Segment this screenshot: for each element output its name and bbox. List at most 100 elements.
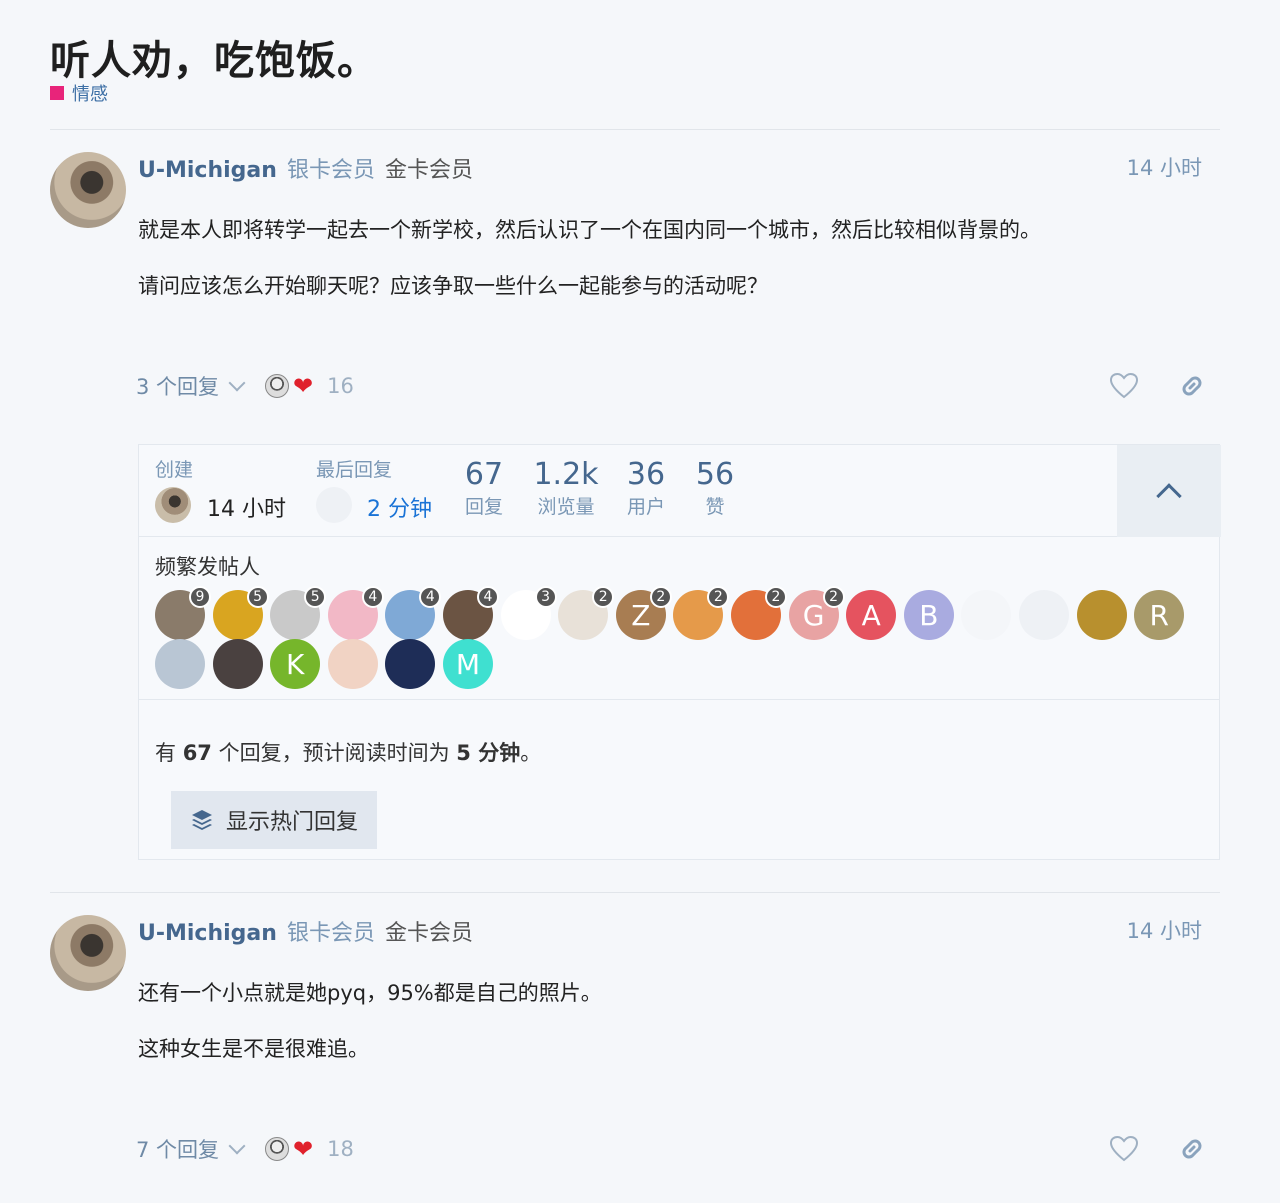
post-actions bbox=[1110, 1135, 1206, 1163]
face-emoji-icon bbox=[265, 374, 290, 398]
post-count-badge: 4 bbox=[419, 586, 442, 608]
summary-read-time: 5 分钟 bbox=[456, 741, 521, 765]
creator-avatar[interactable] bbox=[155, 487, 191, 523]
post-actions bbox=[1110, 372, 1206, 400]
poster-avatar[interactable]: 3 bbox=[500, 586, 557, 640]
created-label: 创建 bbox=[155, 459, 194, 481]
stat-label: 赞 bbox=[705, 496, 725, 518]
face-emoji-icon bbox=[265, 1137, 290, 1161]
stat-label: 浏览量 bbox=[537, 496, 595, 518]
chevron-down-icon bbox=[228, 1137, 246, 1155]
collapse-topic-map-button[interactable] bbox=[1117, 445, 1221, 537]
topic-map: 创建 14 小时 最后回复 2 分钟 67 回复 1.2k 浏览量 36 用户 … bbox=[138, 444, 1221, 860]
username[interactable]: U-Michigan bbox=[138, 921, 277, 946]
stat-views: 1.2k 浏览量 bbox=[529, 457, 603, 519]
created-time: 14 小时 bbox=[207, 497, 286, 522]
last-reply-avatar[interactable] bbox=[316, 487, 352, 523]
poster-avatar[interactable] bbox=[1019, 590, 1069, 640]
poster-avatar[interactable]: B bbox=[903, 590, 954, 640]
post-time[interactable]: 14 小时 bbox=[1127, 915, 1202, 945]
like-heart-icon[interactable] bbox=[1110, 1136, 1138, 1162]
divider bbox=[50, 892, 1220, 893]
poster-avatar[interactable]: 4 bbox=[385, 586, 442, 640]
poster-initial: B bbox=[919, 598, 939, 632]
category-label: 情感 bbox=[72, 84, 108, 105]
post-count-badge: 2 bbox=[649, 586, 672, 608]
reading-time-summary: 有 67 个回复，预计阅读时间为 5 分钟。 bbox=[155, 737, 541, 767]
summary-reply-count: 67 bbox=[182, 741, 212, 765]
poster-avatar[interactable] bbox=[212, 639, 263, 689]
avatar[interactable] bbox=[50, 915, 126, 991]
poster-avatar[interactable] bbox=[961, 590, 1012, 640]
poster-avatar[interactable]: M bbox=[443, 639, 493, 689]
user-title: 银卡会员 bbox=[286, 921, 375, 946]
post-count-badge: 5 bbox=[246, 586, 269, 608]
replies-toggle-button[interactable]: 3 个回复 bbox=[136, 371, 246, 401]
replies-label: 7 个回复 bbox=[136, 1138, 220, 1162]
post-time[interactable]: 14 小时 bbox=[1127, 152, 1202, 182]
user-flair: 金卡会员 bbox=[384, 158, 473, 183]
stat-replies: 67 回复 bbox=[457, 457, 511, 519]
poster-avatar[interactable]: 2 bbox=[558, 586, 615, 640]
post-count-badge: 4 bbox=[361, 586, 384, 608]
post-author: U-Michigan 银卡会员 金卡会员 bbox=[138, 152, 473, 184]
stat-likes: 56 赞 bbox=[690, 457, 740, 519]
category-link[interactable]: 情感 bbox=[50, 80, 108, 106]
post-paragraph: 就是本人即将转学一起去一个新学校，然后认识了一个在国内同一个城市，然后比较相似背… bbox=[138, 218, 1041, 242]
replies-label: 3 个回复 bbox=[136, 375, 220, 399]
post: U-Michigan 银卡会员 金卡会员 14 小时 就是本人即将转学一起去一个… bbox=[50, 152, 1220, 412]
post: U-Michigan 银卡会员 金卡会员 14 小时 还有一个小点就是她pyq，… bbox=[50, 915, 1220, 1175]
reactions[interactable]: ❤ 16 bbox=[265, 374, 354, 398]
heart-emoji-icon: ❤ bbox=[293, 1135, 314, 1163]
poster-avatar[interactable] bbox=[1076, 590, 1127, 640]
stat-users: 36 用户 bbox=[621, 457, 671, 519]
summary-text: 。 bbox=[520, 741, 542, 765]
poster-initial: A bbox=[861, 598, 881, 632]
link-icon[interactable] bbox=[1178, 1135, 1206, 1163]
summary-text: 有 bbox=[155, 741, 183, 765]
poster-avatar[interactable]: 4 bbox=[327, 586, 384, 640]
like-heart-icon[interactable] bbox=[1110, 373, 1138, 399]
poster-avatar[interactable]: 4 bbox=[443, 586, 499, 640]
poster-avatar[interactable]: A bbox=[846, 590, 897, 640]
post-count-badge: 2 bbox=[707, 586, 730, 608]
poster-avatar[interactable]: 2 bbox=[673, 586, 730, 640]
poster-avatar[interactable]: Z2 bbox=[615, 586, 672, 640]
stat-number: 36 bbox=[626, 457, 666, 492]
user-title: 银卡会员 bbox=[286, 158, 375, 183]
poster-avatar[interactable] bbox=[327, 639, 378, 689]
post-author: U-Michigan 银卡会员 金卡会员 bbox=[138, 915, 473, 947]
reaction-count: 16 bbox=[327, 374, 354, 398]
poster-avatar[interactable]: K bbox=[270, 639, 321, 689]
poster-avatar[interactable]: R bbox=[1134, 590, 1185, 640]
poster-avatar[interactable]: 2 bbox=[731, 586, 787, 640]
stat-label: 用户 bbox=[626, 496, 665, 518]
post-controls: 3 个回复 ❤ 16 bbox=[136, 366, 1206, 406]
post-count-badge: 4 bbox=[477, 586, 499, 608]
poster-avatar[interactable]: 9 bbox=[155, 586, 211, 640]
post-paragraph: 这种女生是不是很难追。 bbox=[138, 1037, 369, 1061]
topic-map-header: 创建 14 小时 最后回复 2 分钟 67 回复 1.2k 浏览量 36 用户 … bbox=[139, 445, 1221, 537]
poster-avatar[interactable]: G2 bbox=[788, 586, 845, 640]
post-paragraph: 请问应该怎么开始聊天呢？应该争取一些什么一起能参与的活动呢？ bbox=[138, 274, 768, 298]
show-hot-replies-button[interactable]: 显示热门回复 bbox=[171, 791, 377, 849]
poster-initial: G bbox=[802, 598, 825, 632]
avatar[interactable] bbox=[50, 152, 126, 228]
post-count-badge: 5 bbox=[304, 586, 327, 608]
username[interactable]: U-Michigan bbox=[138, 158, 277, 183]
frequent-posters-title: 频繁发帖人 bbox=[155, 555, 260, 579]
post-controls: 7 个回复 ❤ 18 bbox=[136, 1129, 1206, 1169]
user-flair: 金卡会员 bbox=[384, 921, 473, 946]
link-icon[interactable] bbox=[1178, 372, 1206, 400]
poster-avatar[interactable]: 5 bbox=[212, 586, 269, 640]
poster-avatar[interactable]: 5 bbox=[270, 586, 327, 640]
reactions[interactable]: ❤ 18 bbox=[265, 1137, 354, 1161]
poster-avatar[interactable] bbox=[155, 639, 205, 689]
post-count-badge: 9 bbox=[189, 586, 211, 608]
last-reply-time[interactable]: 2 分钟 bbox=[367, 491, 432, 523]
category-color-square bbox=[50, 86, 64, 100]
post-count-badge: 3 bbox=[534, 586, 557, 608]
divider bbox=[50, 129, 1220, 130]
poster-avatar[interactable] bbox=[385, 639, 436, 689]
replies-toggle-button[interactable]: 7 个回复 bbox=[136, 1134, 246, 1164]
